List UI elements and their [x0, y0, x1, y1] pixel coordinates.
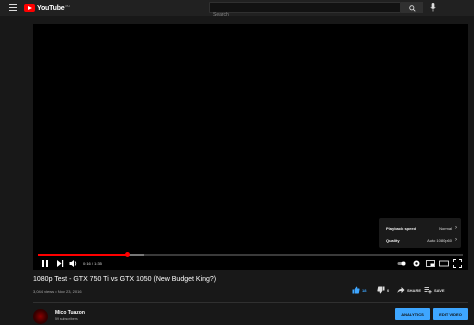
- player-controls: 0:16 / 1:35: [33, 258, 468, 270]
- thumbs-up-icon: [352, 286, 360, 294]
- playlist-add-icon: [424, 287, 432, 294]
- dislike-count: 0: [387, 287, 390, 293]
- like-count: 18: [362, 287, 367, 293]
- top-bar: YouTube PH: [0, 0, 474, 20]
- next-icon[interactable]: [56, 259, 64, 268]
- search-icon: [409, 5, 416, 12]
- microphone-icon[interactable]: [430, 3, 436, 12]
- progress-bar[interactable]: [38, 252, 463, 257]
- quality-item[interactable]: Quality Auto 1080p60 ›: [379, 234, 461, 246]
- save-label: SAVE: [434, 287, 445, 293]
- share-label: SHARE: [407, 287, 422, 293]
- divider: [33, 302, 468, 303]
- search-button[interactable]: [401, 2, 423, 13]
- autoplay-toggle-icon[interactable]: [397, 259, 406, 268]
- fullscreen-icon[interactable]: [453, 259, 462, 268]
- edit-video-button[interactable]: EDIT VIDEO: [433, 308, 468, 320]
- playback-speed-label: Playback speed: [386, 225, 417, 231]
- analytics-button[interactable]: ANALYTICS: [395, 308, 430, 320]
- like-button[interactable]: 18: [352, 286, 366, 294]
- miniplayer-icon[interactable]: [426, 259, 435, 268]
- pause-icon[interactable]: [41, 259, 49, 268]
- progress-played: [38, 254, 128, 256]
- dislike-button[interactable]: 0: [377, 286, 389, 294]
- volume-icon[interactable]: [69, 259, 78, 268]
- channel-name[interactable]: Mico Tuazon: [55, 310, 85, 316]
- time-display: 0:16 / 1:35: [83, 261, 102, 266]
- subscriber-count: 59 subscribers: [55, 317, 78, 321]
- share-button[interactable]: SHARE: [397, 286, 421, 294]
- chevron-right-icon: ›: [455, 237, 457, 243]
- search-box: [209, 2, 401, 20]
- chevron-right-icon: ›: [455, 225, 457, 231]
- playback-speed-value: Normal: [439, 225, 452, 231]
- youtube-play-icon: [24, 4, 35, 12]
- video-player[interactable]: Playback speed Normal › Quality Auto 108…: [33, 24, 468, 270]
- quality-label: Quality: [386, 237, 400, 243]
- settings-menu: Playback speed Normal › Quality Auto 108…: [379, 218, 461, 248]
- playback-speed-item[interactable]: Playback speed Normal ›: [379, 222, 461, 234]
- thumbs-down-icon: [377, 286, 385, 294]
- save-button[interactable]: SAVE: [424, 286, 445, 294]
- logo-text: YouTube: [37, 4, 65, 12]
- hamburger-menu-icon[interactable]: [9, 4, 17, 11]
- share-arrow-icon: [397, 287, 405, 293]
- channel-avatar[interactable]: [33, 309, 48, 324]
- theater-mode-icon[interactable]: [439, 259, 449, 268]
- search-input[interactable]: [210, 10, 400, 20]
- video-title: 1080p Test - GTX 750 Ti vs GTX 1050 (New…: [33, 276, 217, 283]
- scrubber-handle[interactable]: [124, 252, 130, 257]
- quality-value: Auto 1080p60: [427, 237, 452, 243]
- logo-country-code: PH: [65, 4, 70, 8]
- video-meta: 3,044 views • Nov 23, 2016: [33, 289, 82, 294]
- settings-gear-icon[interactable]: [412, 259, 421, 268]
- video-actions: 18 0 SHARE SAVE: [352, 286, 468, 298]
- youtube-logo[interactable]: YouTube PH: [24, 3, 70, 13]
